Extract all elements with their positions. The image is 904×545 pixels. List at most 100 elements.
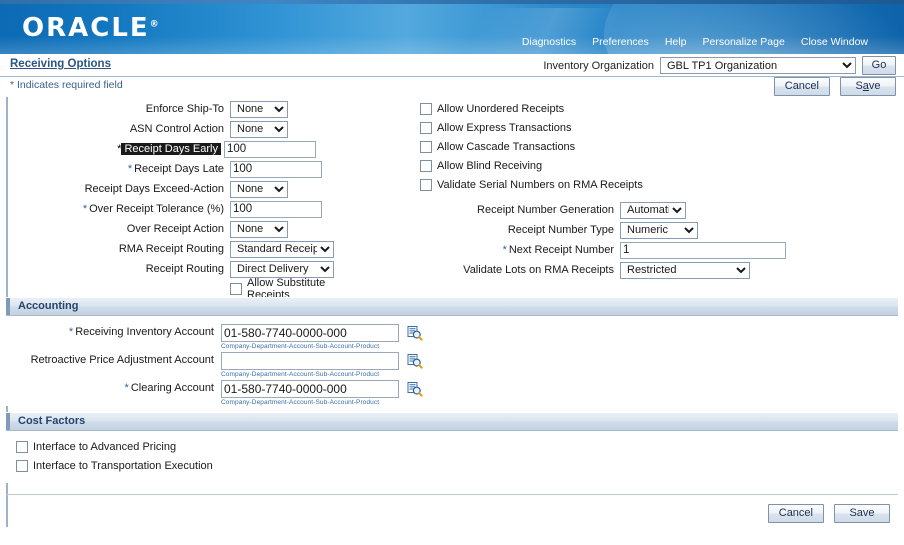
field-row-receipt-routing: Receipt Routing Direct Delivery [6,259,346,279]
input-receiving-inventory-account[interactable] [221,324,399,342]
input-receipt-days-early[interactable] [224,140,316,158]
save-label-suffix: ve [868,80,881,92]
label-allow-express-transactions: Allow Express Transactions [437,121,572,134]
required-field-note: * Indicates required field [10,79,123,91]
oracle-logo: ORACLE® [22,13,159,43]
nav-link-preferences[interactable]: Preferences [592,36,649,48]
hint-clearing-account: Company-Department-Account-Sub-Account-P… [221,399,380,406]
select-asn-control-action[interactable]: None [230,120,288,138]
label-asn-control-action: ASN Control Action [129,123,224,135]
label-retroactive-price-adjustment-account: Retroactive Price Adjustment Account [30,354,214,366]
select-over-receipt-action[interactable]: None [230,220,288,238]
checkbox-row-interface-to-advanced-pricing: Interface to Advanced Pricing [6,437,898,456]
checkbox-interface-to-transportation-execution[interactable] [16,459,28,472]
label-next-receipt-number: * Next Receipt Number [406,244,620,256]
select-receipt-number-type[interactable]: Numeric [620,221,698,239]
required-note-text: Indicates required field [17,79,123,91]
label-text-receipt-days-late: Receipt Days Late [134,163,224,175]
label-text-clearing-account: Clearing Account [130,382,214,394]
select-receipt-routing[interactable]: Direct Delivery [230,260,334,278]
label-rma-receipt-routing: RMA Receipt Routing [118,243,224,255]
checkbox-row-allow-express-transactions: Allow Express Transactions [406,118,904,137]
save-label-prefix: S [855,80,863,92]
label-validate-lots-on-rma-receipts: Validate Lots on RMA Receipts [463,264,614,276]
select-receipt-number-generation[interactable]: Automatic [620,201,686,219]
checkbox-allow-cascade-transactions[interactable] [420,140,432,153]
checkbox-interface-to-advanced-pricing[interactable] [16,440,28,453]
go-button[interactable]: Go [862,56,896,75]
input-retroactive-price-adjustment-account[interactable] [221,352,399,370]
input-over-receipt-tolerance[interactable] [230,200,322,218]
page-title: Receiving Options [10,58,111,70]
nav-link-personalize-page[interactable]: Personalize Page [703,36,785,48]
label-text-over-receipt-tolerance: Over Receipt Tolerance (%) [89,203,224,215]
field-row-asn-control-action: ASN Control Action None [6,119,346,139]
checkbox-allow-unordered-receipts[interactable] [420,102,432,115]
accounting-section-body: *Receiving Inventory Account Company-Dep… [6,316,898,406]
list-of-values-icon-clearing-account[interactable] [407,382,423,400]
required-asterisk-clearing-account: * [124,382,129,394]
receiving-options-form: Enforce Ship-To None ASN Control Action … [6,97,898,301]
field-row-receipt-number-generation: Receipt Number Generation Automatic [406,200,904,220]
select-rma-receipt-routing[interactable]: Standard Receipt [230,240,334,258]
checkbox-row-validate-serial-numbers: Validate Serial Numbers on RMA Receipts [406,175,904,194]
field-row-over-receipt-tolerance: * Over Receipt Tolerance (%) [6,199,346,219]
input-receipt-days-late[interactable] [230,160,322,178]
list-of-values-icon-retroactive-price-adjustment-account[interactable] [407,354,423,372]
field-clearing-account: Company-Department-Account-Sub-Account-P… [221,380,399,406]
global-navigation: Diagnostics Preferences Help Personalize… [509,36,868,48]
save-button-bottom[interactable]: Save [834,504,890,523]
field-row-receipt-number-type: Receipt Number Type Numeric [406,220,904,240]
checkbox-row-allow-blind-receiving: Allow Blind Receiving [406,156,904,175]
bottom-action-buttons: Cancel Save [767,504,890,523]
required-note-asterisk: * [10,79,15,91]
inventory-organization-label: Inventory Organization [543,59,654,72]
label-validate-serial-numbers-on-rma-receipts: Validate Serial Numbers on RMA Receipts [437,178,643,191]
field-row-over-receipt-action: Over Receipt Action None [6,219,346,239]
save-button-top[interactable]: Save [840,77,896,96]
list-of-values-icon-receiving-inventory-account[interactable] [407,326,423,344]
label-receiving-inventory-account: * Receiving Inventory Account [6,324,221,338]
accounting-section-header: Accounting [6,297,898,316]
cost-factors-section-body: Interface to Advanced Pricing Interface … [6,431,898,483]
label-allow-blind-receiving: Allow Blind Receiving [437,159,543,172]
field-row-next-receipt-number: * Next Receipt Number [406,240,904,260]
label-receipt-number-type: Receipt Number Type [507,224,614,236]
cost-factors-section-title: Cost Factors [18,415,86,427]
top-action-buttons: Cancel Save [773,77,896,96]
accounting-row-clearing-account: *Clearing Account Company-Department-Acc… [6,380,898,406]
checkbox-allow-blind-receiving[interactable] [420,159,432,172]
cancel-button-top[interactable]: Cancel [773,77,830,96]
label-enforce-ship-to: Enforce Ship-To [145,103,224,115]
label-allow-cascade-transactions: Allow Cascade Transactions [437,140,576,153]
inventory-organization-select[interactable]: GBL TP1 Organization [660,57,856,74]
checkbox-allow-express-transactions[interactable] [420,121,432,134]
nav-link-close-window[interactable]: Close Window [801,36,868,48]
required-asterisk-receipt-days-late: * [127,163,133,175]
select-receipt-days-exceed-action[interactable]: None [230,180,288,198]
inventory-organization-selector: Inventory Organization GBL TP1 Organizat… [543,56,896,75]
label-receipt-days-early: Receipt Days Early [121,143,221,155]
label-clearing-account: * Clearing Account [6,380,221,394]
cancel-button-bottom[interactable]: Cancel [767,504,824,523]
required-asterisk-next-receipt-number: * [502,244,507,256]
checkbox-row-allow-unordered-receipts: Allow Unordered Receipts [406,99,904,118]
input-next-receipt-number[interactable] [620,241,786,259]
hint-receiving-inventory-account: Company-Department-Account-Sub-Account-P… [221,343,380,350]
input-clearing-account[interactable] [221,380,399,398]
label-over-receipt-action: Over Receipt Action [126,223,224,235]
cost-factors-section-header: Cost Factors [6,412,898,431]
hint-retroactive-price-adjustment-account: Company-Department-Account-Sub-Account-P… [221,371,380,378]
trademark-symbol: ® [149,19,159,30]
checkbox-validate-serial-numbers-on-rma-receipts[interactable] [420,178,432,191]
field-row-rma-receipt-routing: RMA Receipt Routing Standard Receipt [6,239,346,259]
nav-link-diagnostics[interactable]: Diagnostics [522,36,576,48]
select-validate-lots-on-rma-receipts[interactable]: Restricted [620,261,750,279]
bottom-divider [6,494,898,495]
label-receipt-number-generation: Receipt Number Generation [477,204,614,216]
field-row-enforce-ship-to: Enforce Ship-To None [6,99,346,119]
field-receiving-inventory-account: Company-Department-Account-Sub-Account-P… [221,324,399,350]
checkbox-allow-substitute-receipts[interactable] [230,283,242,295]
select-enforce-ship-to[interactable]: None [230,100,288,118]
nav-link-help[interactable]: Help [665,36,687,48]
